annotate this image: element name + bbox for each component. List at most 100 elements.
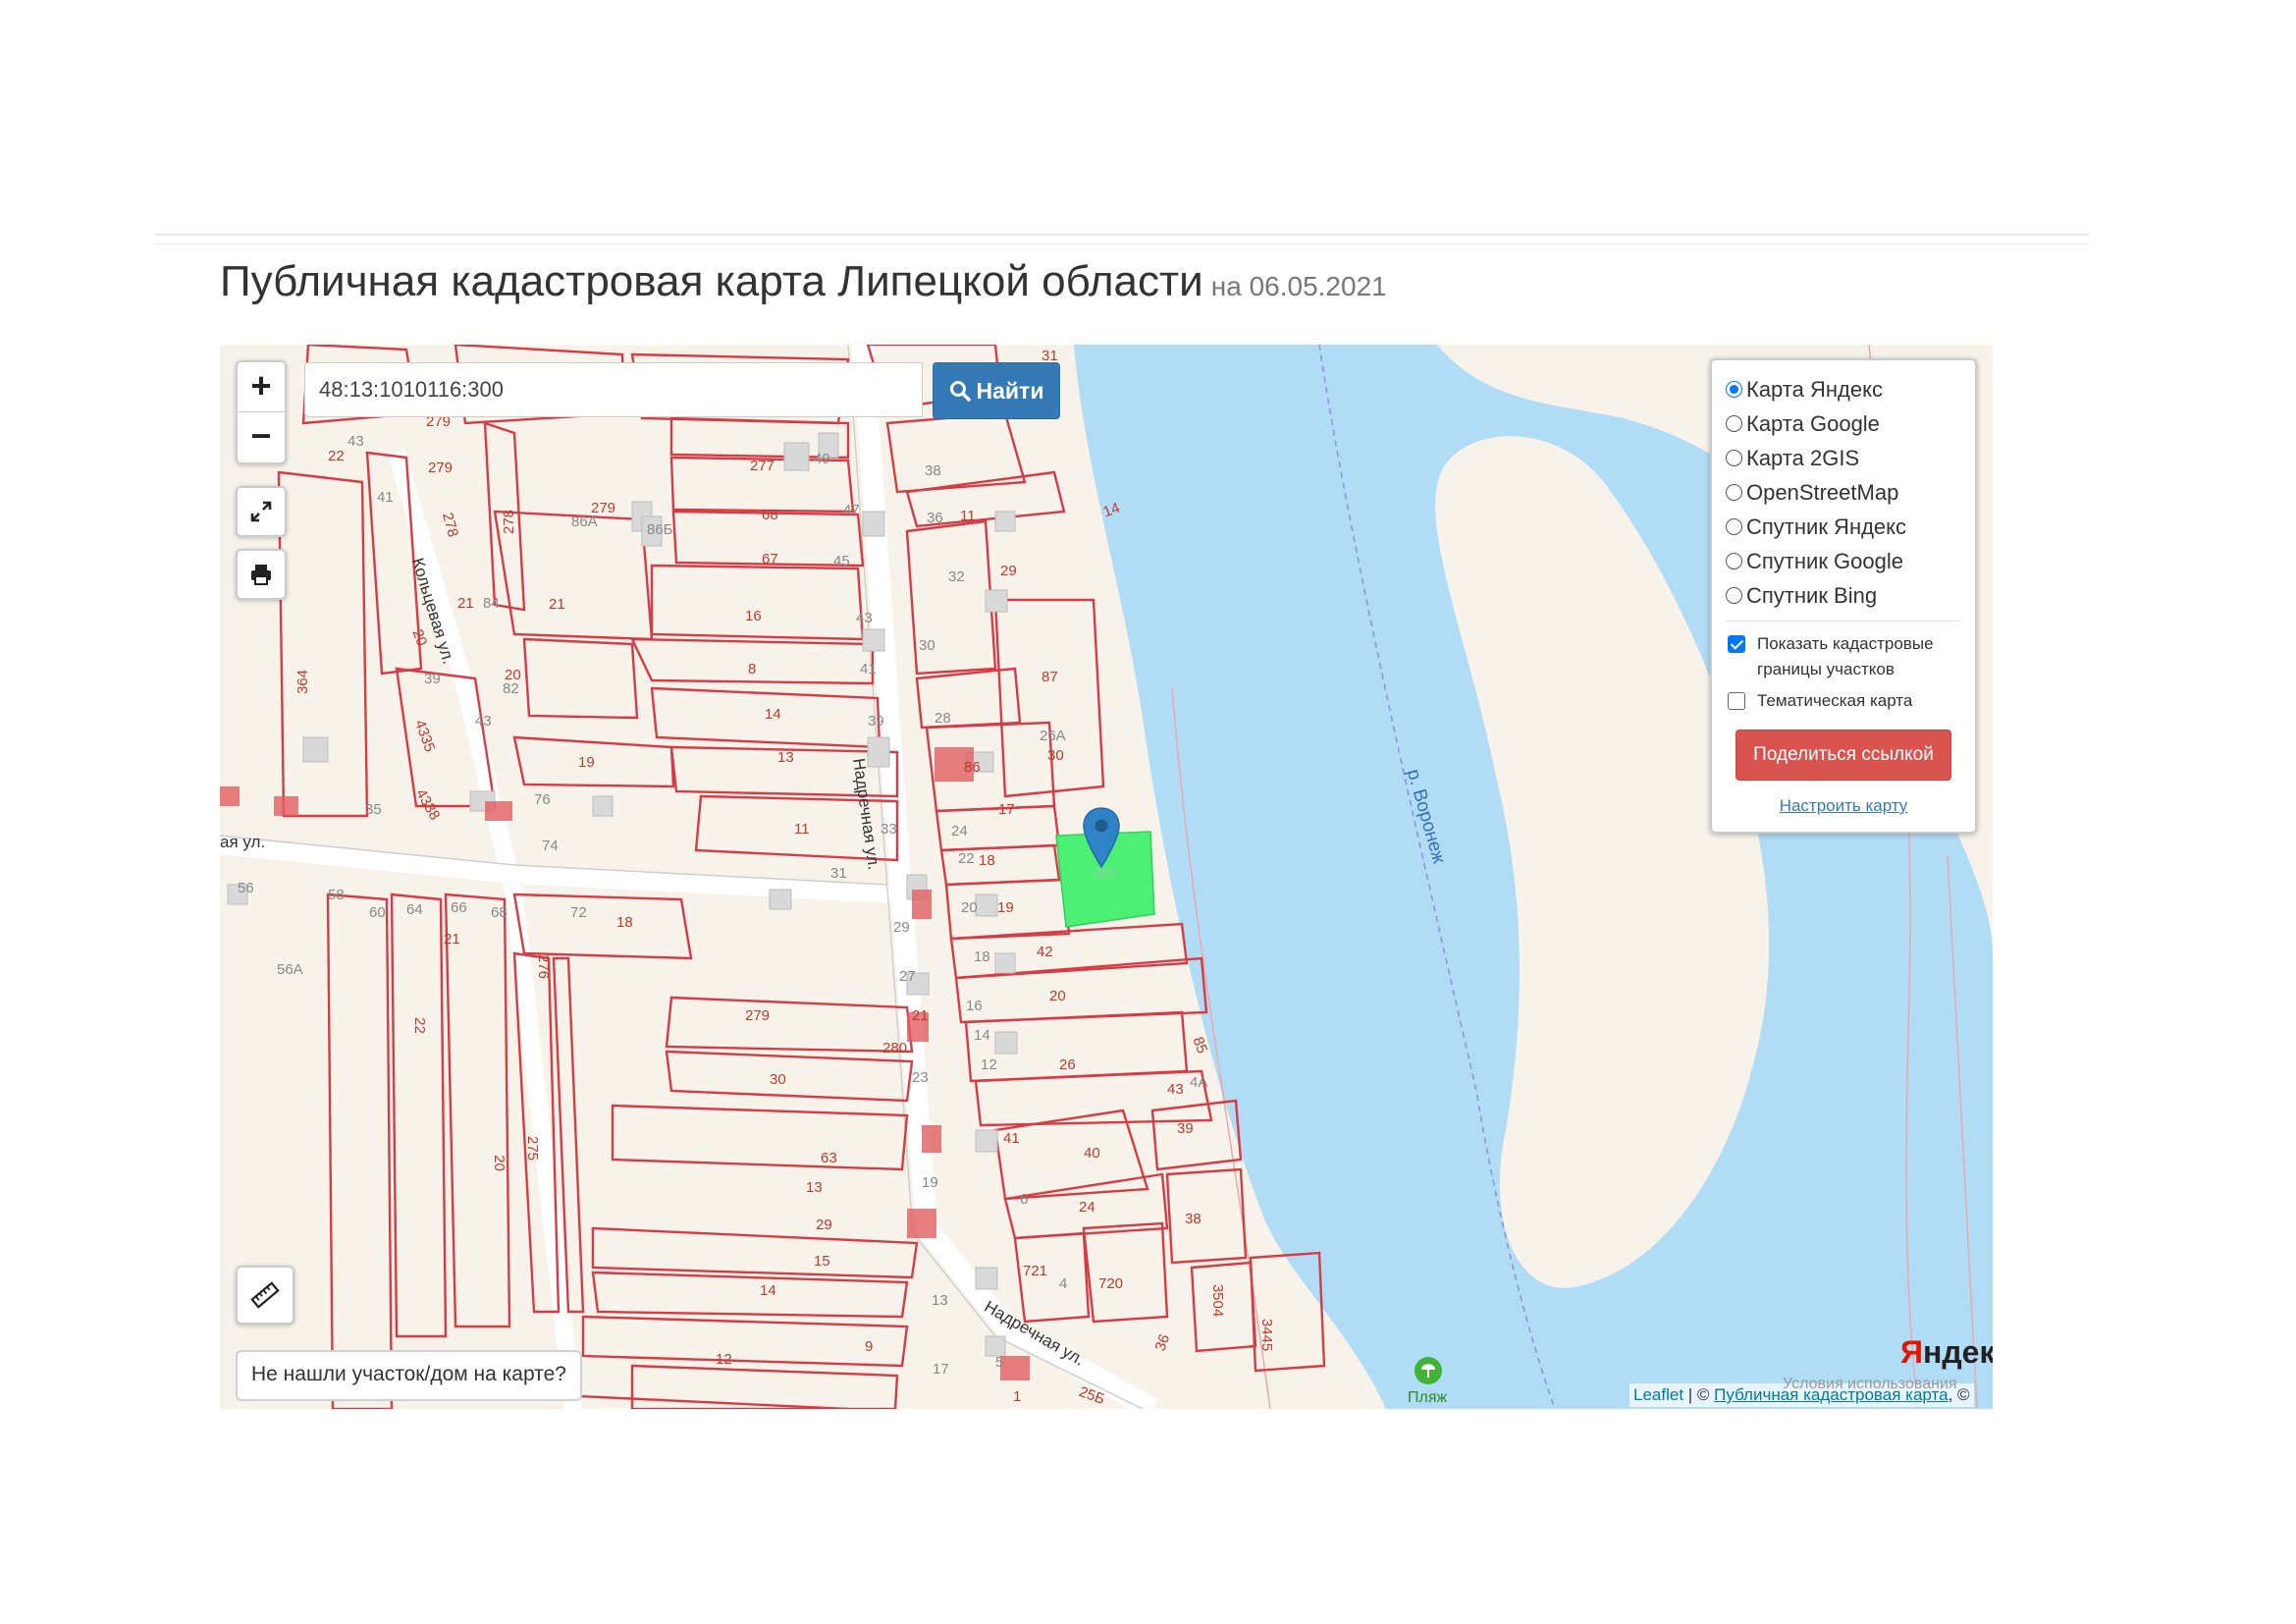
search-button[interactable]: Найти <box>933 362 1060 419</box>
parcel-label: 19 <box>997 899 1014 916</box>
parcel-label: 72 <box>570 904 587 921</box>
parcel-label: 28 <box>934 710 951 727</box>
parcel-label: 4А <box>1190 1074 1208 1091</box>
parcel-label: 39 <box>868 713 884 730</box>
parcel-label: 13 <box>806 1179 823 1196</box>
cadastral-map[interactable]: 31 277 49 38 68 47 36 11 14 67 45 32 29 … <box>220 345 1993 1409</box>
layer-option-google-map[interactable]: Карта Google <box>1726 406 1961 441</box>
parcel-label: 31 <box>830 865 847 882</box>
layer-option-bing-satellite[interactable]: Спутник Bing <box>1726 578 1961 613</box>
parcel-label: 21 <box>444 931 460 947</box>
parcel-label: 23 <box>912 1069 929 1086</box>
map-marker-icon[interactable] <box>1082 806 1121 869</box>
zoom-in-button[interactable]: + <box>238 362 285 411</box>
parcel-label: 364 <box>294 669 312 695</box>
zoom-out-button[interactable]: − <box>238 411 285 461</box>
parcel-label: 38 <box>925 462 941 479</box>
parcel-label: 12 <box>981 1056 997 1073</box>
parcel-label: 41 <box>1003 1130 1020 1147</box>
parcel-label: 64 <box>406 901 423 918</box>
parcel-label: 1 <box>1013 1388 1022 1405</box>
show-boundaries-toggle[interactable]: Показать кадастровые границы участков <box>1726 631 1961 682</box>
parcel-label: 24 <box>1079 1199 1095 1216</box>
parcel-label: 278 <box>439 511 461 539</box>
parcel-label: 18 <box>616 914 633 931</box>
parcel-label: 22 <box>958 850 975 867</box>
parcel-label: 30 <box>919 637 935 654</box>
parcel-label: 84 <box>483 595 500 612</box>
radio-icon[interactable] <box>1726 415 1742 432</box>
layer-option-google-satellite[interactable]: Спутник Google <box>1726 544 1961 578</box>
parcel-label: 39 <box>1177 1120 1194 1137</box>
parcel-label: 68 <box>762 507 778 523</box>
parcel-label: 18 <box>974 948 990 965</box>
parcel-label: 30 <box>770 1071 786 1088</box>
parcel-label: 720 <box>1098 1275 1124 1292</box>
parcel-label: 20 <box>490 1155 507 1171</box>
radio-selected-icon[interactable] <box>1726 381 1742 398</box>
parcel-label: 43 <box>856 610 873 626</box>
top-divider <box>155 234 2089 236</box>
parcel-label: 14 <box>765 706 781 723</box>
parcel-label: 41 <box>377 489 394 506</box>
parcel-label: 22 <box>410 1017 428 1034</box>
page-date: на 06.05.2021 <box>1210 271 1387 301</box>
parcel-label: 279 <box>591 500 616 516</box>
parcel-label: 66 <box>451 899 467 916</box>
printer-icon <box>251 565 271 585</box>
parcel-label: 36 <box>1151 1331 1174 1354</box>
parcel-label: 16 <box>745 608 762 624</box>
radio-icon[interactable] <box>1726 587 1742 604</box>
layer-option-2gis-map[interactable]: Карта 2GIS <box>1726 441 1961 475</box>
radio-icon[interactable] <box>1726 450 1742 466</box>
measure-button[interactable] <box>236 1266 294 1325</box>
leaflet-link[interactable]: Leaflet <box>1633 1385 1683 1404</box>
parcel-label: 17 <box>933 1361 949 1378</box>
parcel-label: 6 <box>1020 1191 1029 1208</box>
parcel-label: 21 <box>457 595 474 612</box>
parcel-label: 279 <box>745 1007 771 1024</box>
cadastral-number-input[interactable] <box>304 362 923 417</box>
fullscreen-button[interactable] <box>236 486 287 537</box>
search-button-label: Найти <box>976 377 1044 404</box>
parcel-label: 21 <box>549 596 565 613</box>
print-button[interactable] <box>236 549 287 600</box>
parcel-label: 4335 <box>410 717 439 755</box>
page-title: Публичная кадастровая карта Липецкой обл… <box>220 257 1387 306</box>
parcel-label: 25Б <box>1076 1382 1107 1409</box>
street-label-west: ая ул. <box>220 833 266 851</box>
parcel-label: 13 <box>932 1292 948 1309</box>
parcel-label: 60 <box>369 904 386 921</box>
layer-option-yandex-satellite[interactable]: Спутник Яндекс <box>1726 510 1961 544</box>
layer-option-openstreetmap[interactable]: OpenStreetMap <box>1726 475 1961 510</box>
parcel-label: 9 <box>865 1338 874 1355</box>
radio-icon[interactable] <box>1726 553 1742 569</box>
parcel-label: 86Б <box>647 521 673 538</box>
parcel-label: 68 <box>491 904 507 921</box>
parcel-label: 14 <box>974 1027 990 1044</box>
terms-of-use-link[interactable]: Условия использования <box>1783 1376 1957 1393</box>
checkbox-icon[interactable] <box>1728 692 1745 710</box>
parcel-label: 13 <box>777 749 794 766</box>
layers-panel: Карта Яндекс Карта Google Карта 2GIS Ope… <box>1710 358 1977 834</box>
radio-icon[interactable] <box>1726 518 1742 535</box>
layer-option-yandex-map[interactable]: Карта Яндекс <box>1726 372 1961 406</box>
parcel-label: 30 <box>1047 747 1064 764</box>
configure-map-link[interactable]: Настроить карту <box>1726 796 1961 816</box>
parcel-label: 280 <box>882 1040 908 1056</box>
search-icon <box>949 381 971 402</box>
parcel-label: 38 <box>1185 1211 1201 1227</box>
beach-icon <box>1415 1357 1442 1384</box>
parcel-label: 14 <box>760 1282 776 1299</box>
parcel-label: 4 <box>1059 1275 1068 1292</box>
checkbox-checked-icon[interactable] <box>1728 635 1745 653</box>
not-found-button[interactable]: Не нашли участок/дом на карте? <box>236 1350 582 1401</box>
parcel-label: 58 <box>328 887 345 903</box>
parcel-label: 43 <box>475 713 492 730</box>
parcel-label: 47 <box>843 502 860 518</box>
share-link-button[interactable]: Поделиться ссылкой <box>1735 730 1951 781</box>
parcel-label: 22 <box>328 448 345 464</box>
radio-icon[interactable] <box>1726 484 1742 501</box>
zoom-control: + − <box>236 360 287 464</box>
thematic-map-toggle[interactable]: Тематическая карта <box>1726 688 1961 714</box>
